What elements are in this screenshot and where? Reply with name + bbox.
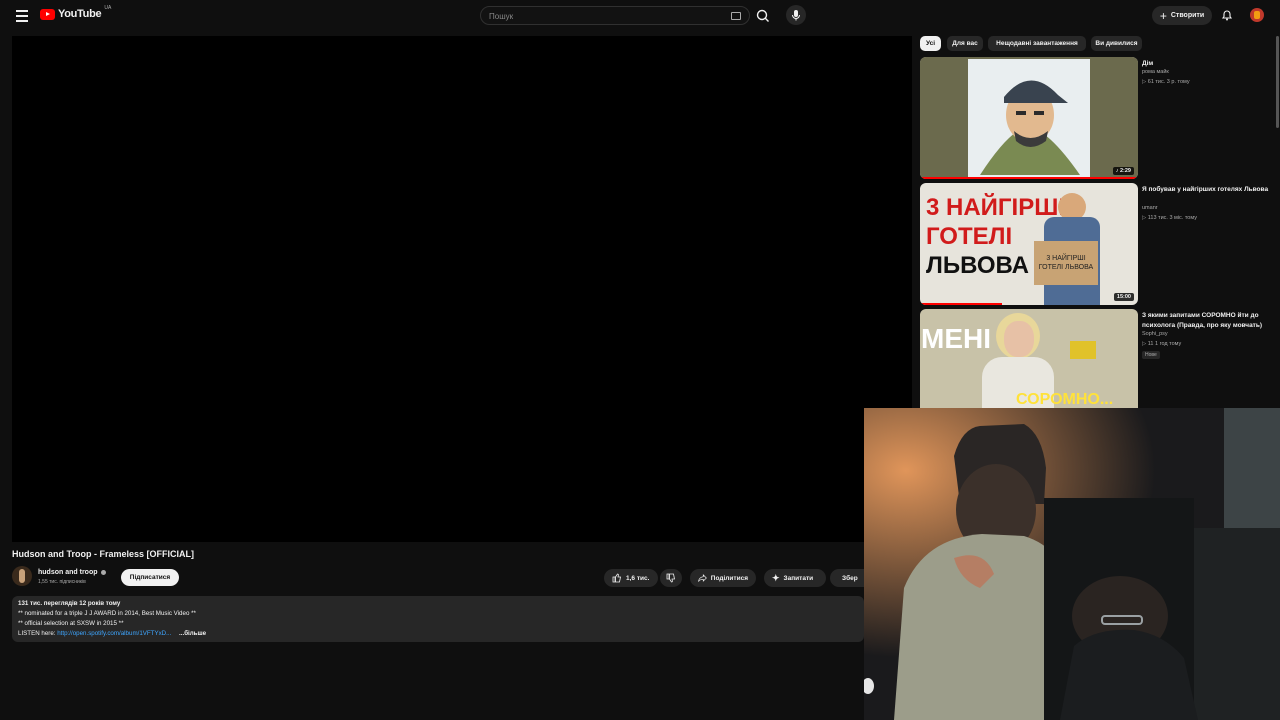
new-badge: Нове bbox=[1142, 351, 1160, 359]
plus-icon: + bbox=[1159, 8, 1167, 23]
share-button[interactable]: Поділитися bbox=[690, 569, 756, 587]
webcam-overlay bbox=[864, 408, 1280, 720]
listen-prefix: LISTEN here: bbox=[18, 630, 56, 637]
video-thumbnail[interactable]: МЕНІ СОРОМНО... bbox=[920, 309, 1138, 409]
notifications-bell-icon[interactable] bbox=[1220, 8, 1234, 22]
spotify-link[interactable]: http://open.spotify.com/album/1VFTYxD... bbox=[57, 630, 171, 637]
channel-name[interactable]: hudson and troop bbox=[38, 569, 106, 576]
video-title: Hudson and Troop - Frameless [OFFICIAL] bbox=[12, 549, 195, 559]
save-label: Збер bbox=[842, 574, 858, 582]
share-icon bbox=[698, 574, 707, 582]
thumbnail-text-line: СОРОМНО... bbox=[1016, 391, 1114, 408]
channel-avatar[interactable] bbox=[12, 566, 32, 586]
recommendation-channel[interactable]: umanr bbox=[1142, 205, 1158, 211]
recommendation-title[interactable]: З якими запитами СОРОМНО йти до психолог… bbox=[1142, 311, 1270, 330]
youtube-logo[interactable]: YouTube UA bbox=[40, 5, 112, 20]
description-box[interactable]: 131 тис. переглядів 12 років тому ** nom… bbox=[12, 596, 864, 642]
video-thumbnail[interactable]: ♪ 2:29 bbox=[920, 57, 1138, 179]
search-icon[interactable] bbox=[754, 7, 772, 25]
dislike-button[interactable] bbox=[660, 569, 682, 587]
webcam-feed-image bbox=[864, 408, 1280, 720]
duration-badge: ♪ 2:29 bbox=[1112, 167, 1134, 175]
sparkle-icon: ✦ bbox=[772, 572, 780, 583]
microphone-button[interactable] bbox=[786, 5, 806, 25]
recommendation-meta: ▷ 113 тис. 3 міс. тому bbox=[1142, 215, 1197, 221]
ask-label: Запитати bbox=[783, 574, 814, 582]
thumbs-up-icon bbox=[612, 573, 621, 583]
recommendation-title[interactable]: Дім bbox=[1142, 59, 1270, 69]
picture-frame bbox=[1070, 341, 1096, 359]
recommendation-channel[interactable]: Sophi_psy bbox=[1142, 331, 1168, 337]
person-face bbox=[1004, 321, 1034, 357]
top-bar: YouTube UA + Створити bbox=[0, 0, 1280, 32]
thumbs-down-icon bbox=[666, 573, 675, 583]
recommendation-item[interactable]: 3 НАЙГІРШІ ГОТЕЛІ ЛЬВОВА 3 НАЙГІРШІ ГОТЕ… bbox=[920, 183, 1270, 305]
search-box[interactable] bbox=[480, 6, 750, 25]
ask-button[interactable]: ✦ Запитати bbox=[764, 569, 826, 587]
recommendation-item[interactable]: ♪ 2:29 Дім рома майк ▷ 61 тис. 3 р. тому bbox=[920, 57, 1270, 179]
view-stats: 131 тис. переглядів 12 років тому bbox=[18, 600, 121, 607]
create-button[interactable]: + Створити bbox=[1152, 6, 1212, 25]
like-button[interactable]: 1,6 тис. bbox=[604, 569, 658, 587]
recommendation-channel[interactable]: рома майк bbox=[1142, 69, 1169, 75]
microphone-icon bbox=[792, 10, 800, 21]
show-more-button[interactable]: ...більше bbox=[179, 630, 206, 637]
search-input[interactable] bbox=[487, 9, 721, 24]
chip-watched[interactable]: Ви дивилися bbox=[1091, 36, 1142, 51]
cardboard-sign: 3 НАЙГІРШІ ГОТЕЛІ ЛЬВОВА bbox=[1034, 241, 1098, 285]
youtube-play-icon bbox=[40, 8, 55, 20]
scrollbar[interactable] bbox=[1276, 36, 1279, 128]
thumbnail-text-line: МЕНІ bbox=[921, 323, 991, 354]
description-line: ** nominated for a triple J J AWARD in 2… bbox=[18, 610, 196, 617]
share-label: Поділитися bbox=[710, 574, 748, 582]
watched-progress bbox=[920, 303, 1002, 305]
chip-for-you[interactable]: Для вас bbox=[947, 36, 983, 51]
description-line: ** official selection at SXSW in 2015 ** bbox=[18, 620, 124, 627]
logo-region: UA bbox=[104, 5, 112, 11]
subscribe-button[interactable]: Підписатися bbox=[121, 569, 179, 586]
verified-icon bbox=[100, 569, 106, 575]
subscriber-count: 1,55 тис. підписників bbox=[38, 579, 86, 585]
recommendation-meta: ▷ 11 1 год тому bbox=[1142, 341, 1182, 347]
keyboard-icon[interactable] bbox=[731, 12, 741, 20]
create-label: Створити bbox=[1170, 12, 1205, 19]
recommendation-meta: ▷ 61 тис. 3 р. тому bbox=[1142, 79, 1190, 85]
chip-recent-uploads[interactable]: Нещодавні завантаження bbox=[988, 36, 1086, 51]
watched-progress bbox=[920, 177, 1138, 179]
video-player[interactable] bbox=[12, 36, 912, 542]
duration-badge: 15:00 bbox=[1113, 293, 1134, 301]
video-thumbnail[interactable]: 3 НАЙГІРШІ ГОТЕЛІ ЛЬВОВА 3 НАЙГІРШІ ГОТЕ… bbox=[920, 183, 1138, 305]
chip-all[interactable]: Усі bbox=[920, 36, 941, 51]
channel-name-text: hudson and troop bbox=[38, 569, 98, 576]
recommendation-title[interactable]: Я побував у найгірших готелях Львова bbox=[1142, 185, 1270, 195]
like-count: 1,6 тис. bbox=[626, 574, 650, 582]
description-line: LISTEN here: http://open.spotify.com/alb… bbox=[18, 629, 858, 639]
thumbnail-illustration bbox=[920, 57, 1138, 179]
user-avatar[interactable] bbox=[1250, 8, 1264, 22]
menu-icon[interactable] bbox=[12, 7, 32, 25]
save-button[interactable]: Збер bbox=[830, 569, 864, 587]
logo-text: YouTube bbox=[58, 8, 102, 20]
recommendation-item[interactable]: МЕНІ СОРОМНО... З якими запитами СОРОМНО… bbox=[920, 309, 1270, 409]
thumbnail-text-line: 3 НАЙГІРШІ bbox=[926, 194, 1065, 221]
